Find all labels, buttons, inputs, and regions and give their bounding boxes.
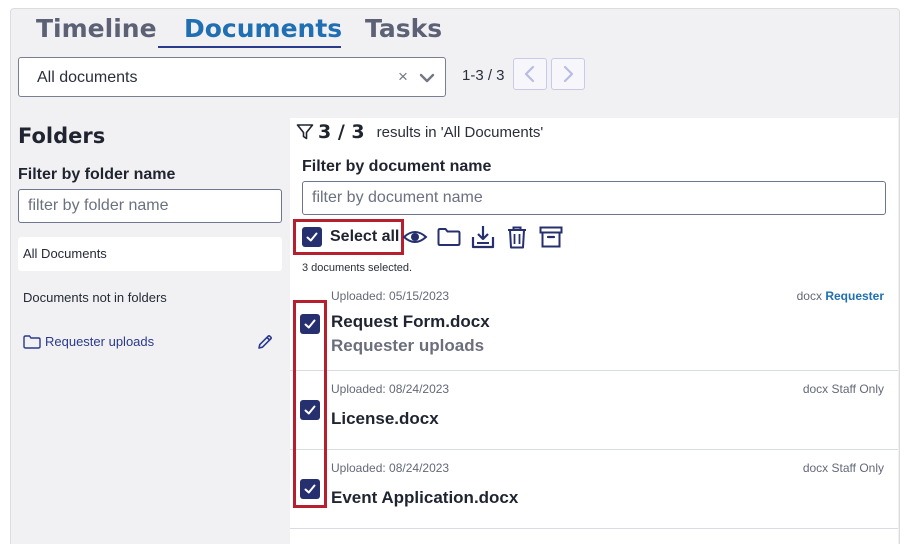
document-row[interactable]: Uploaded: 05/15/2023 docx Requester Requ… [290, 288, 898, 370]
chevron-left-icon [524, 65, 535, 83]
results-text: results in 'All Documents' [376, 123, 544, 141]
eye-icon[interactable] [402, 224, 428, 250]
checkbox-checked [302, 227, 322, 247]
pager-status: 1-3 / 3 [462, 67, 505, 84]
uploaded-date: Uploaded: 05/15/2023 [331, 289, 450, 303]
document-type: docx [796, 289, 822, 303]
row-divider [290, 449, 898, 450]
document-row[interactable]: Uploaded: 08/24/2023 docx Staff Only Eve… [290, 460, 898, 528]
folder-icon [23, 335, 41, 349]
folder-item-all-documents[interactable]: All Documents [18, 237, 282, 271]
filter-icon [296, 124, 314, 140]
folder-item-label: Requester uploads [45, 334, 155, 349]
row-divider [290, 528, 898, 529]
download-icon[interactable] [470, 224, 496, 250]
document-row[interactable]: Uploaded: 08/24/2023 docx Staff Only Lic… [290, 381, 898, 449]
document-name-filter-input[interactable] [302, 181, 886, 215]
uploaded-date: Uploaded: 08/24/2023 [331, 461, 450, 475]
folder-filter-label: Filter by folder name [18, 166, 176, 183]
pencil-icon[interactable] [256, 333, 274, 351]
document-meta: docx Staff Only [803, 382, 884, 396]
next-page-button[interactable] [551, 58, 585, 90]
document-filter-label: Filter by document name [302, 158, 492, 175]
previous-page-button[interactable] [513, 58, 547, 90]
folder-icon[interactable] [436, 224, 462, 250]
uploaded-date: Uploaded: 08/24/2023 [331, 382, 450, 396]
archive-icon[interactable] [538, 224, 564, 250]
document-name[interactable]: Event Application.docx [331, 488, 518, 508]
visibility-badge: Staff Only [831, 461, 884, 475]
document-type: docx [802, 382, 829, 396]
document-meta: docx Requester [797, 289, 884, 303]
document-name[interactable]: License.docx [331, 409, 439, 429]
active-tab-indicator [158, 46, 341, 48]
results-count: 3 / 3 [318, 121, 365, 143]
document-name[interactable]: Request Form.docx [331, 312, 490, 332]
tab-documents[interactable]: Documents [184, 14, 342, 43]
results-summary: 3 / 3 results in 'All Documents' [296, 121, 543, 143]
select-all-checkbox[interactable]: Select all [293, 219, 404, 255]
row-divider [290, 370, 898, 371]
tab-tasks[interactable]: Tasks [365, 14, 442, 43]
checkmark-icon [306, 232, 318, 242]
select-value: All documents [37, 69, 138, 86]
visibility-badge: Staff Only [831, 382, 884, 396]
select-all-label: Select all [330, 228, 400, 245]
folder-item-not-in-folders[interactable]: Documents not in folders [18, 281, 282, 315]
visibility-badge: Requester [825, 289, 884, 303]
document-filter-select[interactable]: All documents × [18, 57, 446, 97]
clear-icon[interactable]: × [398, 67, 408, 87]
document-folder: Requester uploads [331, 336, 485, 355]
tab-timeline[interactable]: Timeline [36, 14, 157, 43]
document-meta: docx Staff Only [803, 461, 884, 475]
checkbox-column-highlight [293, 300, 327, 508]
selected-count-text: 3 documents selected. [302, 262, 413, 274]
document-type: docx [802, 461, 829, 475]
trash-icon[interactable] [504, 224, 530, 250]
chevron-down-icon[interactable] [417, 68, 437, 88]
folders-title: Folders [18, 124, 106, 148]
folder-item-requester-uploads[interactable]: Requester uploads [18, 325, 282, 359]
folder-filter-input[interactable] [18, 189, 282, 223]
chevron-right-icon [563, 65, 574, 83]
